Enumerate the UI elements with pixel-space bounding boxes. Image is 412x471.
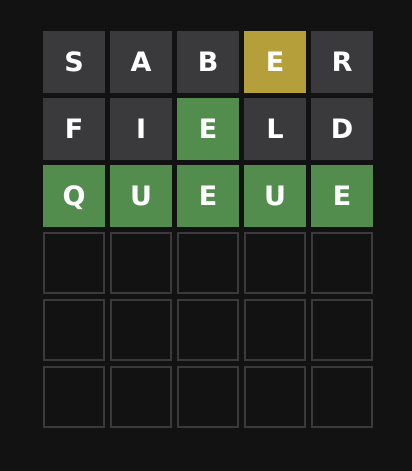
tile-r4-c3 — [177, 232, 239, 294]
tile-r5-c5 — [311, 299, 373, 361]
tile-r4-c1 — [43, 232, 105, 294]
tile-r5-c3 — [177, 299, 239, 361]
tile-r2-c3: E — [177, 98, 239, 160]
tile-r1-c4: E — [244, 31, 306, 93]
tile-r3-c2: U — [110, 165, 172, 227]
tile-r2-c1: F — [43, 98, 105, 160]
tile-r5-c2 — [110, 299, 172, 361]
tile-r4-c2 — [110, 232, 172, 294]
tile-r1-c1: S — [43, 31, 105, 93]
tile-r2-c2: I — [110, 98, 172, 160]
tile-r6-c4 — [244, 366, 306, 428]
tile-r5-c4 — [244, 299, 306, 361]
tile-r1-c2: A — [110, 31, 172, 93]
tile-r1-c3: B — [177, 31, 239, 93]
tile-r6-c5 — [311, 366, 373, 428]
tile-r3-c4: U — [244, 165, 306, 227]
tile-r5-c1 — [43, 299, 105, 361]
tile-r1-c5: R — [311, 31, 373, 93]
tile-r3-c5: E — [311, 165, 373, 227]
tile-r3-c3: E — [177, 165, 239, 227]
tile-r4-c5 — [311, 232, 373, 294]
tile-r6-c1 — [43, 366, 105, 428]
tile-r6-c3 — [177, 366, 239, 428]
tile-r2-c5: D — [311, 98, 373, 160]
tile-r6-c2 — [110, 366, 172, 428]
tile-r3-c1: Q — [43, 165, 105, 227]
game-board: S A B E R F I E L D Q U E U E — [43, 31, 373, 428]
tile-r2-c4: L — [244, 98, 306, 160]
tile-r4-c4 — [244, 232, 306, 294]
